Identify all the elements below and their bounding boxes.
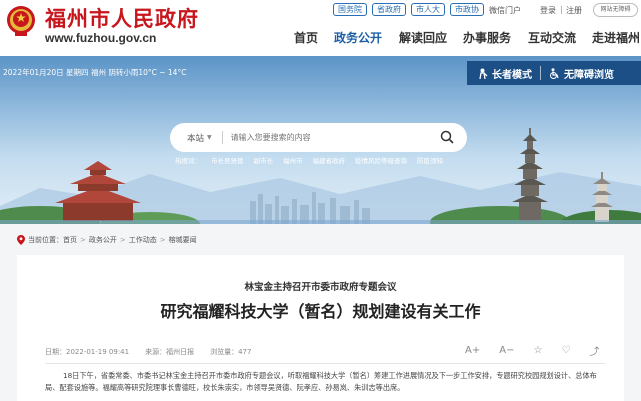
- breadcrumb-label: 当前位置：: [28, 235, 63, 244]
- article-panel: 林宝金主持召开市委市政府专题会议 研究福耀科技大学（暂名）规划建设有关工作 日期…: [17, 255, 624, 401]
- breadcrumb-gov-affairs[interactable]: 政务公开: [89, 235, 117, 245]
- hot-search-terms: 热搜词： 市长吴贤德 副市长 福州市 福建省政府 疫情风险等级查询 防疫须知: [175, 155, 443, 165]
- hot-search-term[interactable]: 市长吴贤德: [211, 155, 244, 165]
- hot-search-term[interactable]: 福州市: [283, 155, 303, 165]
- search-input[interactable]: [230, 133, 426, 142]
- meta-divider: [45, 363, 605, 364]
- article-views: 浏览量：477: [210, 348, 252, 356]
- link-provincial-gov[interactable]: 省政府: [372, 3, 406, 16]
- nav-services[interactable]: 办事服务: [463, 29, 511, 46]
- site-url: www.fuzhou.gov.cn: [45, 31, 157, 45]
- font-increase-button[interactable]: A+: [465, 345, 480, 356]
- util-separator: |: [560, 5, 563, 14]
- elder-mode-button[interactable]: 长者模式: [477, 66, 532, 81]
- nav-home[interactable]: 首页: [294, 29, 318, 46]
- location-pin-icon: [17, 234, 25, 245]
- hot-search-label: 热搜词：: [175, 157, 201, 165]
- date-weather: 2022年01月20日 星期四 福州 阴转小雨10°C ~ 14°C: [3, 68, 187, 77]
- hot-search-term[interactable]: 防疫须知: [417, 155, 443, 165]
- breadcrumb-separator: >: [159, 235, 166, 244]
- search-scope-select[interactable]: 本站: [187, 132, 204, 144]
- article-title: 研究福耀科技大学（暂名）规划建设有关工作: [160, 302, 481, 321]
- article-meta: 日期：2022-01-19 09:41 来源：福州日报 浏览量：477: [45, 347, 251, 357]
- link-city-congress[interactable]: 市人大: [411, 3, 445, 16]
- share-icon[interactable]: ⤴: [589, 343, 599, 358]
- wheelchair-icon: [550, 67, 559, 79]
- top-links: 国务院 省政府 市人大 市政协: [333, 3, 484, 16]
- chevron-down-icon[interactable]: ▼: [207, 134, 212, 141]
- national-emblem-icon: [7, 6, 35, 36]
- nav-about-fuzhou[interactable]: 走进福州: [592, 29, 640, 46]
- link-city-cppcc[interactable]: 市政协: [450, 3, 484, 16]
- wechat-portal-link[interactable]: 微信门户: [489, 5, 521, 16]
- article-source: 来源：福州日报: [145, 348, 195, 356]
- site-name[interactable]: 福州市人民政府: [45, 3, 199, 33]
- accessible-browse-button[interactable]: 无障碍浏览: [549, 66, 614, 81]
- article-subtitle: 林宝金主持召开市委市政府专题会议: [244, 282, 397, 293]
- nav-interaction[interactable]: 互动交流: [528, 29, 576, 46]
- link-state-council[interactable]: 国务院: [333, 3, 367, 16]
- breadcrumb: 当前位置： 首页 > 政务公开 > 工作动态 > 榕城要闻: [0, 224, 641, 255]
- hot-search-term[interactable]: 副市长: [254, 155, 274, 165]
- accessibility-link[interactable]: 网站无障碍: [593, 3, 638, 17]
- article-date: 日期：2022-01-19 09:41: [45, 348, 130, 356]
- breadcrumb-separator: >: [80, 235, 86, 244]
- nav-interpretation[interactable]: 解读回应: [399, 29, 447, 46]
- site-header: 福州市人民政府 www.fuzhou.gov.cn 国务院 省政府 市人大 市政…: [0, 0, 641, 56]
- elder-mode-label: 长者模式: [492, 69, 532, 81]
- breadcrumb-work-news[interactable]: 工作动态: [129, 235, 157, 245]
- mode-divider: [540, 66, 541, 80]
- register-link[interactable]: 注册: [566, 5, 582, 16]
- article-body: 18日下午，省委常委、市委书记林宝金主持召开市委市政府专题会议，听取福耀科技大学…: [45, 371, 597, 392]
- search-icon[interactable]: [440, 130, 454, 144]
- font-decrease-button[interactable]: A−: [499, 345, 514, 356]
- site-search-bar: 本站 ▼: [170, 123, 467, 152]
- nav-gov-affairs[interactable]: 政务公开: [334, 29, 382, 46]
- breadcrumb-separator: >: [119, 235, 126, 244]
- login-link[interactable]: 登录: [540, 5, 556, 16]
- elder-icon: [479, 68, 488, 79]
- hot-search-term[interactable]: 福建省政府: [313, 155, 346, 165]
- mode-switcher: 长者模式 无障碍浏览: [467, 61, 641, 85]
- accessible-browse-label: 无障碍浏览: [564, 69, 614, 81]
- breadcrumb-home[interactable]: 首页: [63, 235, 77, 245]
- hero-banner: 2022年01月20日 星期四 福州 阴转小雨10°C ~ 14°C 长者模式 …: [0, 56, 641, 224]
- breadcrumb-city-news[interactable]: 榕城要闻: [169, 235, 197, 245]
- favorite-star-icon[interactable]: ☆: [533, 345, 542, 356]
- hot-search-term[interactable]: 疫情风险等级查询: [355, 155, 407, 165]
- article-tools: A+ A− ☆ ♡ ⤴: [465, 343, 599, 358]
- like-heart-icon[interactable]: ♡: [561, 345, 570, 356]
- search-separator: [221, 131, 223, 144]
